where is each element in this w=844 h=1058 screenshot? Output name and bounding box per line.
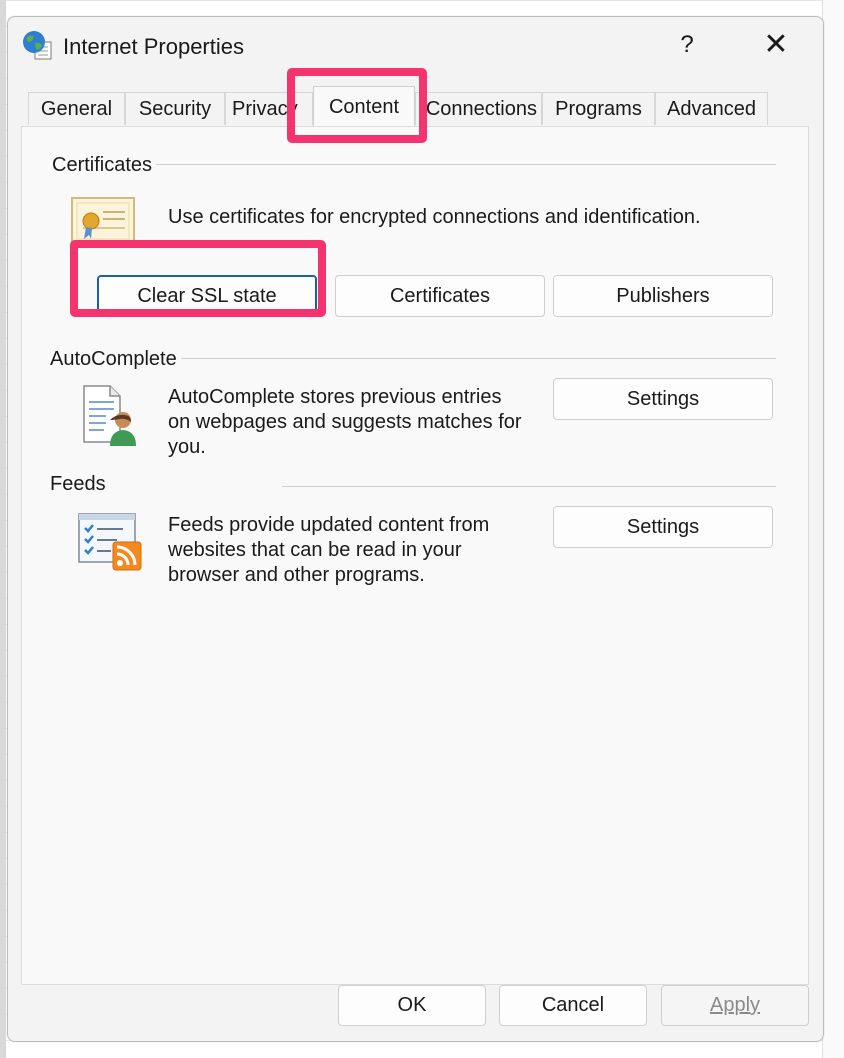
- apply-button[interactable]: Apply: [661, 985, 809, 1026]
- autocomplete-settings-button[interactable]: Settings: [553, 378, 773, 420]
- background-edge-left: [0, 0, 6, 1058]
- ok-button[interactable]: OK: [338, 985, 486, 1026]
- internet-properties-dialog: Internet Properties ? ✕ General Security…: [7, 16, 824, 1042]
- cancel-button[interactable]: Cancel: [499, 985, 647, 1026]
- globe-icon: [23, 31, 52, 60]
- certificates-heading: Certificates: [52, 154, 157, 177]
- close-button[interactable]: ✕: [758, 27, 794, 63]
- tab-advanced[interactable]: Advanced: [655, 92, 768, 125]
- tab-general[interactable]: General: [28, 92, 125, 125]
- title-bar[interactable]: Internet Properties ? ✕: [8, 17, 823, 75]
- feeds-icon: [78, 513, 142, 571]
- feeds-description-line-2: websites that can be read in your: [168, 539, 462, 561]
- certificates-divider: [52, 164, 776, 165]
- autocomplete-heading: AutoComplete: [50, 348, 181, 371]
- apply-label: Apply: [709, 994, 761, 1016]
- certificate-icon: [71, 197, 135, 245]
- certificates-button[interactable]: Certificates: [335, 275, 545, 317]
- certificates-description: Use certificates for encrypted connectio…: [168, 206, 701, 228]
- help-button[interactable]: ?: [672, 27, 702, 63]
- feeds-heading: Feeds: [50, 473, 110, 496]
- clear-ssl-state-button[interactable]: Clear SSL state: [97, 275, 317, 317]
- autocomplete-icon: [83, 385, 136, 446]
- background-edge-right: [822, 0, 844, 1058]
- tab-privacy[interactable]: Privacy: [225, 92, 313, 125]
- feeds-description-line-3: browser and other programs.: [168, 564, 425, 586]
- tab-content[interactable]: Content: [313, 86, 415, 126]
- publishers-button[interactable]: Publishers: [553, 275, 773, 317]
- tab-security[interactable]: Security: [125, 92, 225, 125]
- feeds-divider: [282, 486, 776, 487]
- autocomplete-description-line-3: you.: [168, 436, 206, 458]
- content-tab-panel: Certificates Use certificates for encryp…: [21, 126, 809, 985]
- tab-connections[interactable]: Connections: [415, 92, 542, 125]
- feeds-settings-button[interactable]: Settings: [553, 506, 773, 548]
- autocomplete-description-line-1: AutoComplete stores previous entries: [168, 386, 502, 408]
- window-title: Internet Properties: [63, 34, 244, 59]
- feeds-description-line-1: Feeds provide updated content from: [168, 514, 490, 536]
- autocomplete-description-line-2: on webpages and suggests matches for: [168, 411, 522, 433]
- tab-programs[interactable]: Programs: [542, 92, 655, 125]
